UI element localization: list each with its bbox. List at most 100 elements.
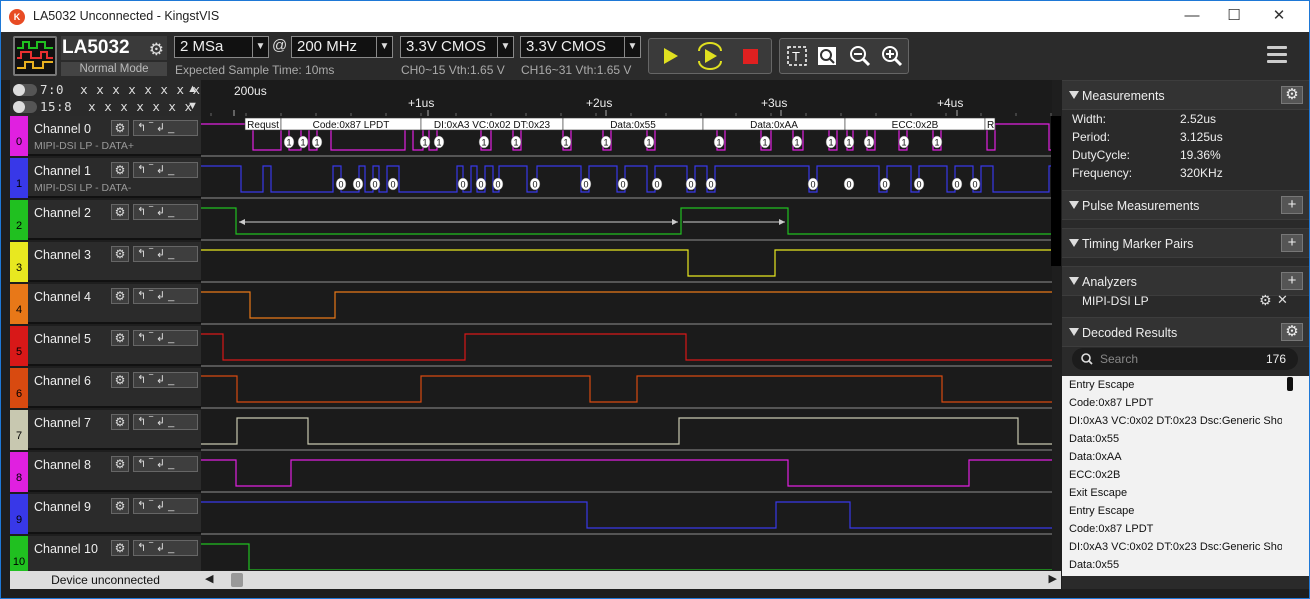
scroll-right-icon[interactable]: ▶ [1049,572,1057,585]
trigger-mode-icons[interactable]: ↰‾↲_ [133,498,198,514]
analyzer-remove-icon[interactable]: ✕ [1277,292,1288,308]
decoder-label[interactable]: Data:0xAA [750,120,798,131]
analyzer-gear-icon[interactable]: ⚙ [1259,292,1272,309]
menu-hamburger-icon[interactable] [1267,46,1287,64]
trigger-mode-icons[interactable]: ↰‾↲_ [133,372,198,388]
channel-row[interactable]: 8 Channel 8 ⚙ ↰‾↲_ [10,452,201,492]
search-placeholder[interactable]: Search [1100,352,1138,366]
trigger-mode-icons[interactable]: ↰‾↲_ [133,246,198,262]
channel-name[interactable]: Channel 5 [34,332,91,346]
channel-row[interactable]: 5 Channel 5 ⚙ ↰‾↲_ [10,326,201,366]
decoded-settings-button[interactable]: ⚙ [1281,323,1303,341]
waveform-area[interactable]: 200us +1us +2us +3us +4us Requst Code:0x87 LPD… [201,80,1052,577]
channel-name[interactable]: Channel 4 [34,290,91,304]
results-scroll-thumb[interactable] [1287,377,1293,391]
channel-gear-icon[interactable]: ⚙ [111,456,129,472]
channel-gear-icon[interactable]: ⚙ [111,540,129,556]
vertical-scrollbar[interactable] [1051,116,1061,266]
zoom-in-button[interactable] [877,39,907,73]
channel-row[interactable]: 1 Channel 1 MIPI-DSI LP - DATA- ⚙ ↰‾↲_ [10,158,201,198]
decoder-label[interactable]: R [987,120,994,131]
channel-name[interactable]: Channel 3 [34,248,91,262]
channel-name[interactable]: Channel 6 [34,374,91,388]
trigger-mode-icons[interactable]: ↰‾↲_ [133,204,198,220]
decoded-result-item[interactable]: Code:0x87 LPDT [1062,520,1282,538]
channel-name[interactable]: Channel 7 [34,416,91,430]
close-window-button[interactable]: ✕ [1269,7,1289,25]
decoder-label[interactable]: DI:0xA3 VC:0x02 DT:0x23 [434,120,551,131]
decoded-result-item[interactable]: Entry Escape [1062,376,1282,394]
channel-row[interactable]: 0 Channel 0 MIPI-DSI LP - DATA+ ⚙ ↰‾↲_ [10,116,201,156]
zoom-fit-button[interactable] [813,39,843,73]
minimize-button[interactable]: — [1182,7,1202,25]
channel-name[interactable]: Channel 9 [34,500,91,514]
horizontal-scrollbar[interactable]: ◀ ▶ [201,571,1061,589]
add-timing-marker-button[interactable]: + [1281,234,1303,252]
timing-marker-header[interactable]: Timing Marker Pairs + [1062,228,1309,258]
decoded-result-item[interactable]: DI:0xA3 VC:0x02 DT:0x23 Dsc:Generic Sho.… [1062,538,1282,556]
trigger-mode-icons[interactable]: ↰‾↲_ [133,456,198,472]
decoded-result-item[interactable]: Code:0x87 LPDT [1062,394,1282,412]
add-pulse-measurement-button[interactable]: + [1281,196,1303,214]
decoded-result-item[interactable]: DI:0xA3 VC:0x02 DT:0x23 Dsc:Generic Sho.… [1062,412,1282,430]
channel-gear-icon[interactable]: ⚙ [111,498,129,514]
pulse-measurements-header[interactable]: Pulse Measurements + [1062,190,1309,220]
measurements-header[interactable]: Measurements ⚙ [1062,80,1309,110]
channel-row[interactable]: 7 Channel 7 ⚙ ↰‾↲_ [10,410,201,450]
channel-name[interactable]: Channel 2 [34,206,91,220]
channel-row[interactable]: 10 Channel 10 ⚙ ↰‾↲_ [10,536,201,576]
channel-gear-icon[interactable]: ⚙ [111,204,129,220]
channel-gear-icon[interactable]: ⚙ [111,120,129,136]
decoded-result-item[interactable]: Data:0x55 [1062,556,1282,574]
channel-row[interactable]: 6 Channel 6 ⚙ ↰‾↲_ [10,368,201,408]
trigger-mode-icons[interactable]: ↰‾↲_ [133,330,198,346]
trigger-mode-icons[interactable]: ↰‾↲_ [133,120,198,136]
triangle-up-icon[interactable]: ▲ [187,83,198,95]
decoded-results-header[interactable]: Decoded Results ⚙ [1062,317,1309,347]
measurements-settings-button[interactable]: ⚙ [1281,86,1303,104]
threshold-select-2[interactable]: 3.3V CMOS ▼ [520,36,641,58]
waveform-canvas[interactable]: 200us +1us +2us +3us +4us Requst Code:0x87 LPD… [201,80,1052,577]
triangle-down-icon[interactable]: ▼ [187,100,198,112]
zoom-out-button[interactable] [845,39,875,73]
channel-gear-icon[interactable]: ⚙ [111,330,129,346]
decoder-label[interactable]: ECC:0x2B [892,120,939,131]
sample-depth-select[interactable]: 2 MSa ▼ [174,36,269,58]
maximize-button[interactable]: ☐ [1224,7,1244,25]
channel-gear-icon[interactable]: ⚙ [111,162,129,178]
channel-row[interactable]: 9 Channel 9 ⚙ ↰‾↲_ [10,494,201,534]
trigger-mode-icons[interactable]: ↰‾↲_ [133,540,198,556]
threshold-select-1[interactable]: 3.3V CMOS ▼ [400,36,514,58]
analyzer-item[interactable]: MIPI-DSI LP [1082,294,1149,308]
channel-gear-icon[interactable]: ⚙ [111,288,129,304]
decoded-results-list[interactable]: Entry Escape Code:0x87 LPDT DI:0xA3 VC:0x0… [1062,376,1309,576]
channel-row[interactable]: 4 Channel 4 ⚙ ↰‾↲_ [10,284,201,324]
analyzers-header[interactable]: Analyzers + [1062,266,1309,296]
decoded-result-item[interactable]: Entry Escape [1062,502,1282,520]
device-waveform-icon[interactable] [13,36,57,76]
decoded-result-item[interactable]: Data:0x55 [1062,430,1282,448]
channel-gear-icon[interactable]: ⚙ [111,414,129,430]
stop-button[interactable] [735,39,765,73]
channel-name[interactable]: Channel 1 [34,164,91,178]
decoded-result-item[interactable]: Data:0xAA [1062,448,1282,466]
channel-name[interactable]: Channel 0 [34,122,91,136]
channel-gear-icon[interactable]: ⚙ [111,372,129,388]
channel-row[interactable]: 2 Channel 2 ⚙ ↰‾↲_ [10,200,201,240]
repeat-start-button[interactable] [695,39,725,73]
group-toggle-1[interactable] [13,84,37,96]
scroll-thumb[interactable] [231,573,243,587]
decoded-result-item[interactable]: ECC:0x2B [1062,466,1282,484]
channel-row[interactable]: 3 Channel 3 ⚙ ↰‾↲_ [10,242,201,282]
bits-row-1-values[interactable]: x x x x x x x x [80,82,200,97]
scroll-left-icon[interactable]: ◀ [205,572,213,585]
text-marker-button[interactable]: T [782,39,812,73]
trigger-mode-icons[interactable]: ↰‾↲_ [133,288,198,304]
channel-gear-icon[interactable]: ⚙ [111,246,129,262]
trigger-mode-icons[interactable]: ↰‾↲_ [133,414,198,430]
decoded-result-item[interactable]: Exit Escape [1062,484,1282,502]
group-toggle-2[interactable] [13,101,37,113]
decoded-search[interactable]: Search 176 [1072,348,1298,370]
start-button[interactable] [655,39,685,73]
channel-name[interactable]: Channel 8 [34,458,91,472]
